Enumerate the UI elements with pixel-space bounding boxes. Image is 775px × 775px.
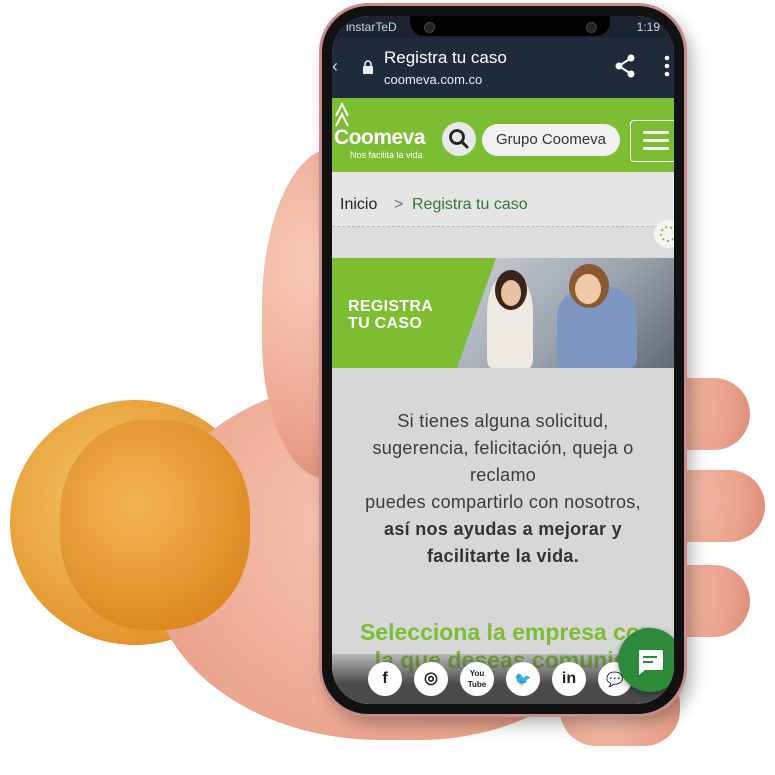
lock-icon: [363, 60, 373, 74]
hamburger-menu-button[interactable]: [630, 120, 674, 162]
logo-tagline: Nos facilita la vida: [350, 150, 423, 160]
intro-line-bold: así nos ayudas a mejorar y: [384, 519, 622, 539]
breadcrumb-current: Registra tu caso: [412, 196, 528, 213]
menu-line-icon: [643, 139, 669, 142]
intro-line: Si tienes alguna solicitud,: [397, 411, 609, 431]
intro-line: sugerencia, felicitación, queja o: [372, 438, 634, 458]
back-arrow-icon[interactable]: ‹: [332, 56, 338, 77]
intro-line: puedes compartirlo con nosotros,: [365, 492, 641, 512]
more-vert-icon[interactable]: [664, 54, 670, 78]
breadcrumb-home-link[interactable]: Inicio: [340, 196, 377, 214]
facebook-icon[interactable]: f: [368, 662, 402, 696]
intro-line-bold: facilitarte la vida.: [426, 546, 580, 566]
banner-title: REGISTRA TU CASO: [348, 298, 433, 332]
intro-text: Si tienes alguna solicitud, sugerencia, …: [332, 408, 674, 570]
front-camera: [424, 22, 435, 33]
scene: instarTeD 1:19 ‹ Registra tu caso coomev…: [0, 0, 775, 775]
site-header: Coomeva Nos facilita la vida Grupo Coome…: [332, 98, 674, 172]
share-icon[interactable]: [614, 54, 636, 78]
coomeva-logo-mark-icon: [335, 102, 349, 127]
site-logo[interactable]: Coomeva: [334, 126, 426, 150]
breadcrumb: Inicio > Registra tu caso: [332, 172, 674, 227]
intro-line: reclamo: [469, 465, 537, 485]
status-time: 1:19: [636, 20, 660, 34]
registra-banner: REGISTRA TU CASO: [332, 258, 674, 368]
chat-icon: [639, 650, 663, 675]
url-host[interactable]: coomeva.com.co: [384, 72, 482, 87]
phone-device: instarTeD 1:19 ‹ Registra tu caso coomev…: [322, 6, 684, 714]
menu-line-icon: [643, 147, 669, 150]
search-button[interactable]: [442, 122, 476, 156]
sleeve-band: [60, 420, 250, 630]
youtube-icon[interactable]: You Tube: [460, 662, 494, 696]
front-sensor: [586, 22, 597, 33]
chat-button[interactable]: [618, 628, 674, 692]
loading-spinner-icon: [654, 220, 674, 248]
search-icon: [449, 129, 469, 149]
page-title[interactable]: Registra tu caso: [384, 48, 507, 68]
twitter-icon[interactable]: 🐦: [506, 662, 540, 696]
banner-title-line1: REGISTRA: [348, 298, 434, 315]
instagram-icon[interactable]: ◎: [414, 662, 448, 696]
menu-line-icon: [643, 131, 669, 134]
banner-photo: [457, 258, 674, 368]
youtube-label: You Tube: [467, 669, 487, 689]
phone-notch: [410, 16, 610, 36]
browser-url-bar: ‹ Registra tu caso coomeva.com.co: [332, 38, 674, 98]
status-left-text: instarTeD: [346, 20, 397, 34]
photo-face-left: [501, 280, 521, 306]
linkedin-icon[interactable]: in: [552, 662, 586, 696]
photo-face-right: [575, 274, 601, 304]
phone-screen: instarTeD 1:19 ‹ Registra tu caso coomev…: [332, 16, 674, 704]
banner-title-line2: TU CASO: [348, 315, 423, 332]
breadcrumb-separator: >: [394, 196, 404, 213]
grupo-coomeva-button[interactable]: Grupo Coomeva: [482, 124, 620, 156]
